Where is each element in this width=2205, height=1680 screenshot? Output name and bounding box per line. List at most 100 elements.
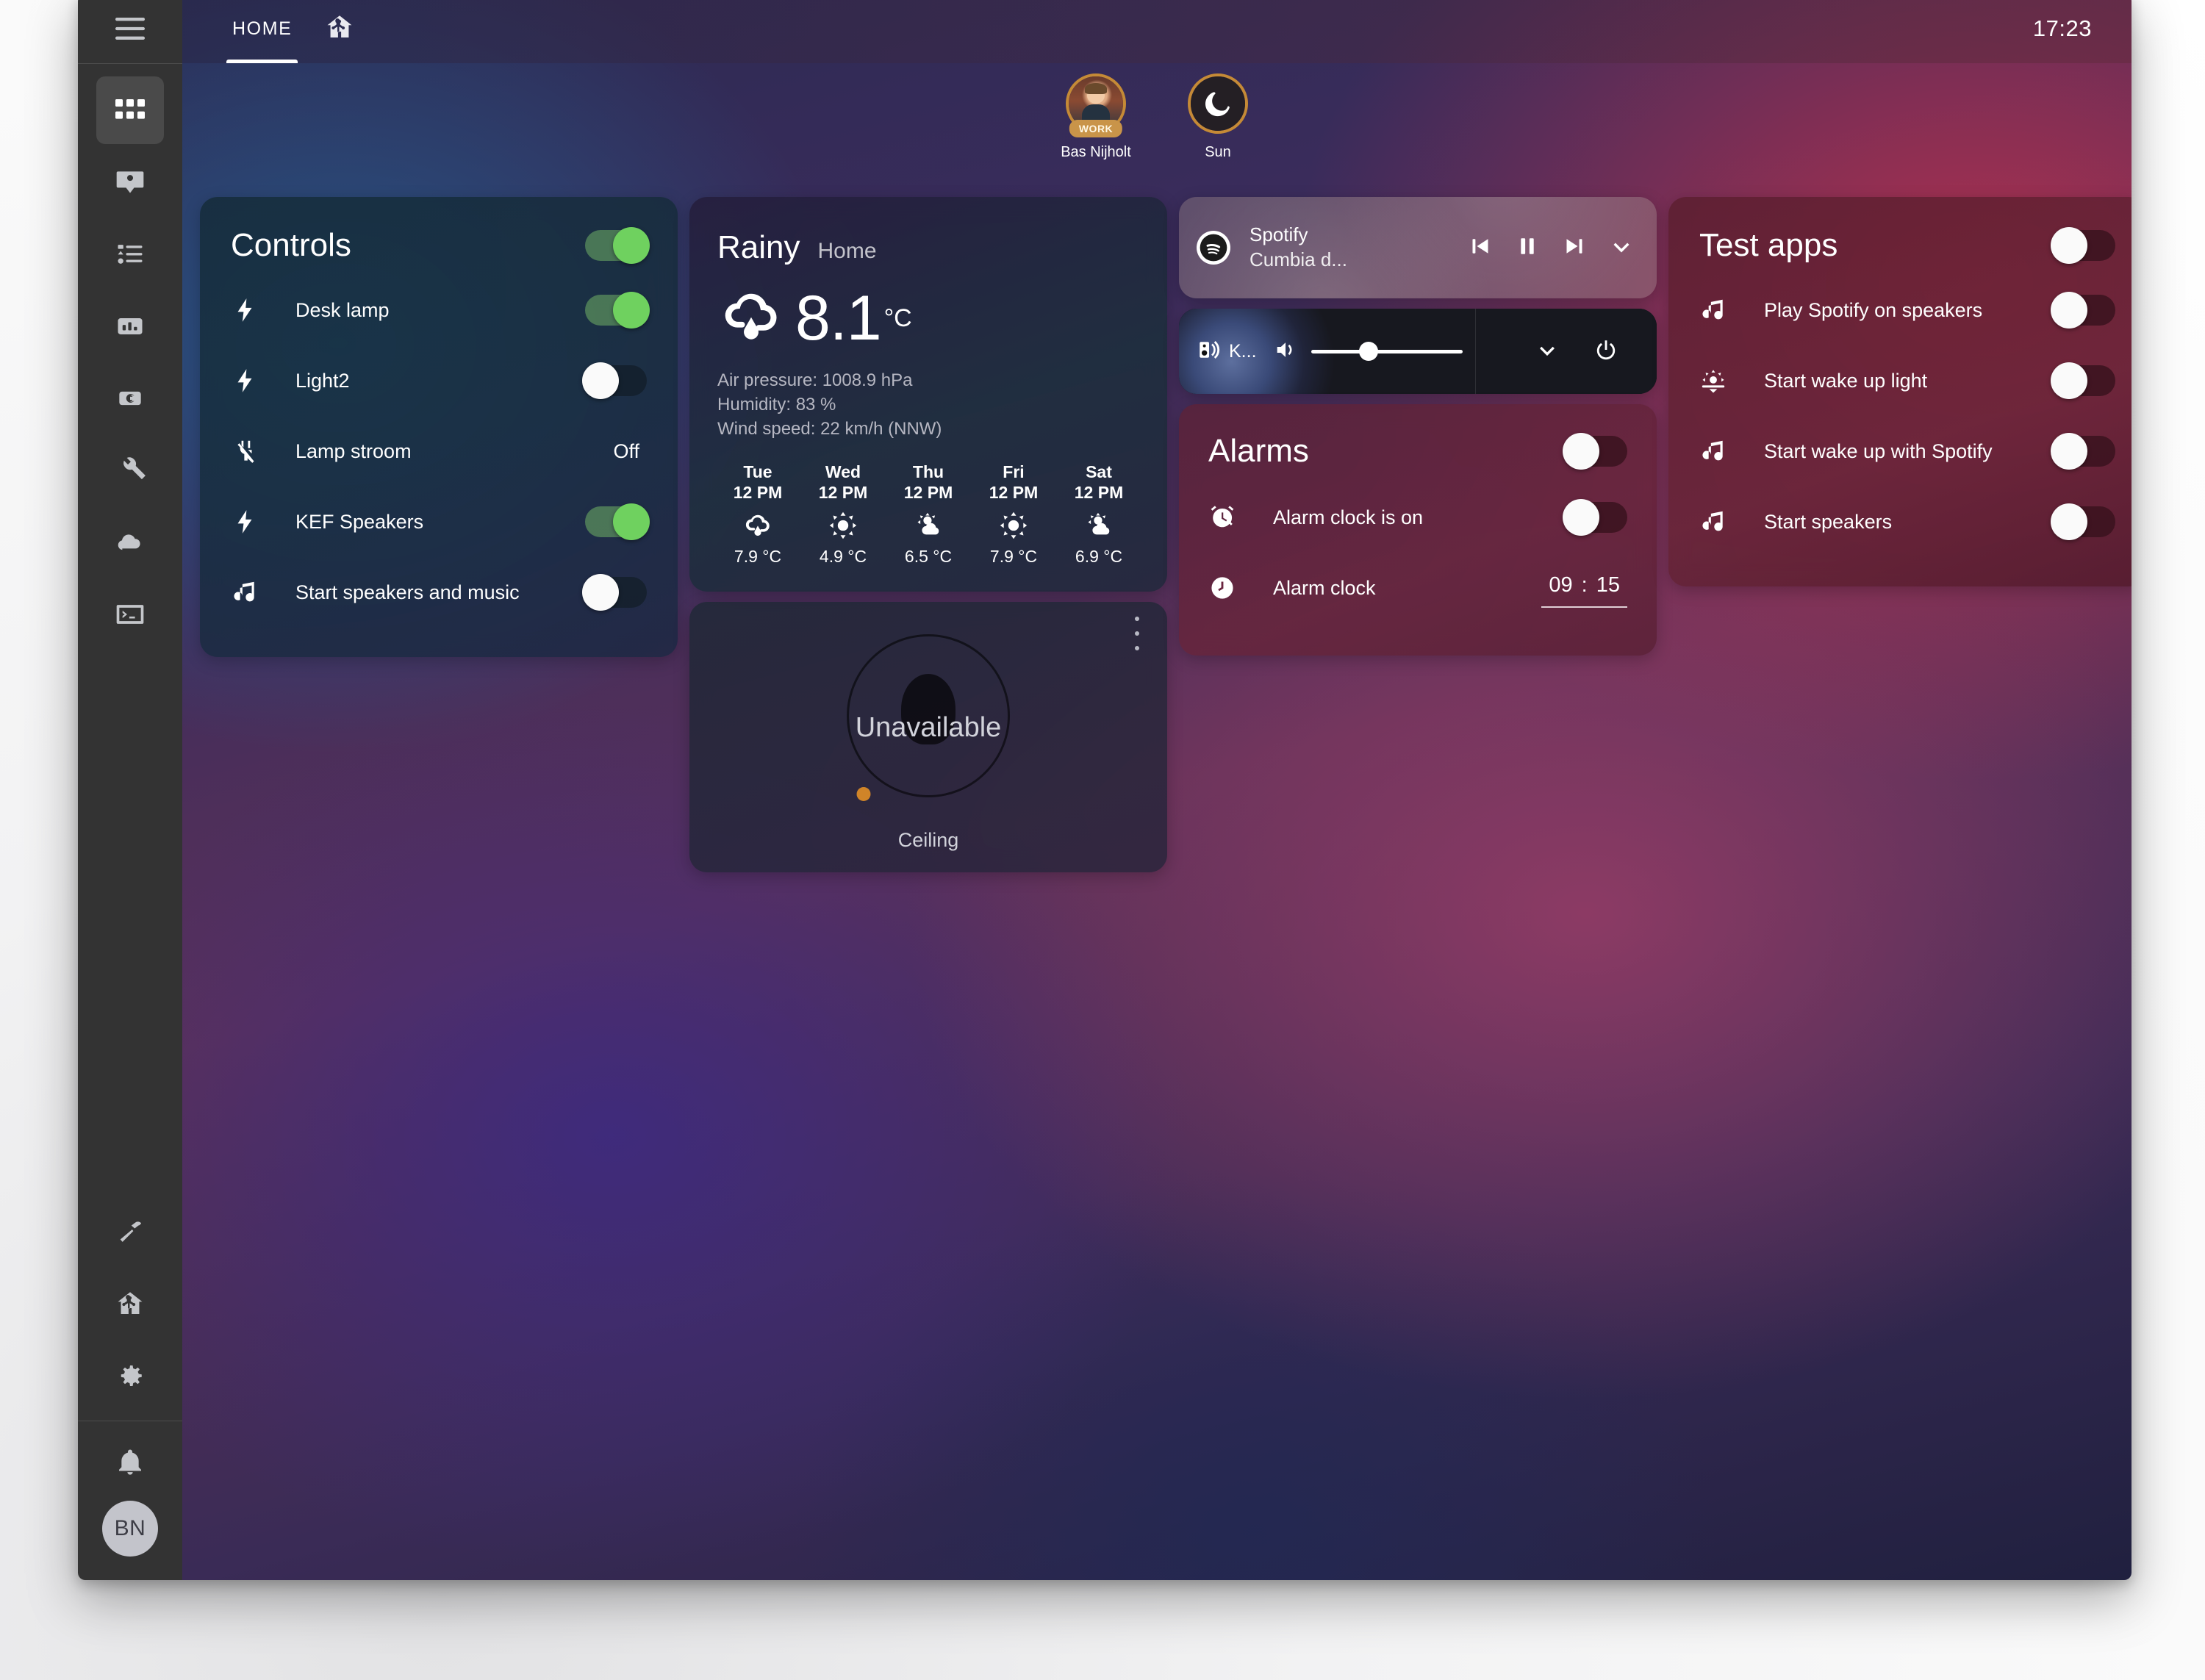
control-row-toggle[interactable] [585,295,647,326]
grid-column-1: Controls Desk lamp [200,197,678,657]
forecast-day-temp: 7.9 °C [973,547,1054,567]
sidebar-item-weather[interactable] [96,509,164,576]
weather-condition: Rainy [717,229,800,266]
forecast-day-time: 12 PM [904,483,953,502]
forecast-day-temp: 6.5 °C [888,547,969,567]
bell-icon[interactable] [104,1437,156,1488]
testapp-row-label: Start wake up with Spotify [1764,440,2054,463]
kef-volume-slider[interactable] [1311,350,1463,353]
alarms-master-toggle[interactable] [1566,436,1627,467]
speaker-wireless-icon[interactable] [1197,337,1222,366]
forecast-day-temp: 6.9 °C [1058,547,1139,567]
badge-sun-ring [1188,73,1248,134]
next-track-icon[interactable] [1561,233,1588,263]
pause-icon[interactable] [1514,233,1541,263]
light-name: Ceiling [689,829,1167,852]
testapp-row-toggle[interactable] [2054,365,2115,396]
control-row-desk-lamp[interactable]: Desk lamp [231,275,647,345]
main-view: HOME 17:23 WORK Bas Nijholt [182,0,2132,1580]
weather-attributes: Air pressure: 1008.9 hPa Humidity: 83 % … [717,368,1139,441]
media-player-spotify[interactable]: Spotify Cumbia d... [1179,197,1657,298]
sidebar-menu-button[interactable] [78,0,182,63]
weather-card[interactable]: Rainy Home 8.1 °C Air pressure: 1008.9 h… [689,197,1167,592]
alarms-card-header: Alarms [1208,435,1627,467]
rainy-icon [717,510,798,541]
volume-high-icon[interactable] [1273,337,1298,366]
forecast-day-time: 12 PM [819,483,867,502]
testapps-master-toggle[interactable] [2054,230,2115,261]
sidebar-item-developer-tools[interactable] [96,1198,164,1266]
chevron-down-icon[interactable] [1608,233,1635,263]
testapp-row-start-wake-up-light[interactable]: Start wake up light [1699,345,2115,416]
tab-home[interactable]: HOME [216,0,308,63]
hamburger-menu-icon[interactable] [115,18,145,40]
alarm-row-alarm-clock-time[interactable]: Alarm clock 09 : 15 [1208,553,1627,623]
testapp-row-toggle[interactable] [2054,295,2115,326]
kef-volume-handle[interactable] [1359,342,1378,361]
weather-unit: °C [884,304,912,333]
testapp-row-label: Start wake up light [1764,370,2054,392]
testapps-card: Test apps Play Spotify on speakers [1668,197,2132,586]
control-row-state: Off [613,440,647,463]
light-dial-handle[interactable] [857,787,871,801]
sidebar: BN [78,0,182,1580]
controls-master-toggle[interactable] [585,230,647,261]
sunny-icon [973,510,1054,541]
control-row-start-speakers-music[interactable]: Start speakers and music [231,557,647,628]
sidebar-item-history[interactable] [96,292,164,360]
forecast-day-name: Fri [1003,462,1024,481]
control-row-toggle[interactable] [585,365,647,396]
sidebar-item-c-dashboard[interactable] [96,365,164,432]
avatar[interactable]: BN [102,1501,158,1557]
badge-person[interactable]: WORK Bas Nijholt [1049,73,1143,161]
header-clock: 17:23 [2033,15,2092,42]
alarms-card: Alarms Alarm clock is on [1179,404,1657,656]
testapp-row-toggle[interactable] [2054,436,2115,467]
forecast-day-name: Sat [1086,462,1112,481]
sidebar-item-presence[interactable] [96,148,164,216]
testapp-row-label: Play Spotify on speakers [1764,299,2054,322]
forecast-day: Thu12 PM 6.5 °C [888,462,969,567]
light-status: Unavailable [689,712,1167,744]
weather-sunset-icon [1699,367,1764,395]
power-icon[interactable] [1593,337,1618,366]
card-grid: Controls Desk lamp [200,197,2132,872]
testapp-row-toggle[interactable] [2054,506,2115,537]
testapp-row-play-spotify-on-speakers[interactable]: Play Spotify on speakers [1699,275,2115,345]
alarm-row-toggle[interactable] [1566,502,1627,533]
alarm-time-hours[interactable]: 09 [1549,573,1572,597]
sidebar-item-settings[interactable] [96,1342,164,1410]
more-vertical-icon[interactable] [1126,617,1148,650]
badge-sun[interactable]: Sun [1171,73,1265,161]
controls-rows: Desk lamp Light2 [231,275,647,628]
control-row-toggle[interactable] [585,506,647,537]
media-spotify-controls [1467,233,1638,263]
control-row-lamp-stroom[interactable]: Lamp stroom Off [231,416,647,487]
control-row-kef-speakers[interactable]: KEF Speakers [231,487,647,557]
view-tabs: HOME [182,0,371,63]
tab-home-assistant[interactable] [308,0,371,63]
media-player-kef[interactable]: K... [1179,309,1657,394]
sidebar-item-terminal[interactable] [96,581,164,648]
previous-track-icon[interactable] [1467,233,1494,263]
app-window: BN HOME 17:23 [78,0,2132,1580]
testapp-row-start-wake-up-with-spotify[interactable]: Start wake up with Spotify [1699,416,2115,487]
sidebar-item-home[interactable] [96,1270,164,1338]
alarm-time-minutes[interactable]: 15 [1596,573,1620,597]
badge-person-label: Bas Nijholt [1061,144,1131,161]
weather-current: 8.1 °C [717,282,1139,355]
control-row-light2[interactable]: Light2 [231,345,647,416]
forecast-day-time: 12 PM [989,483,1038,502]
alarm-time-input[interactable]: 09 : 15 [1541,569,1627,608]
sidebar-item-overview[interactable] [96,76,164,144]
alarm-row-alarm-clock-on[interactable]: Alarm clock is on [1208,482,1627,553]
testapp-row-start-speakers[interactable]: Start speakers [1699,487,2115,557]
testapps-card-title: Test apps [1699,229,1838,262]
chevron-down-icon[interactable] [1535,337,1560,366]
control-row-toggle[interactable] [585,577,647,608]
home-assistant-icon [324,12,355,46]
sidebar-item-todo[interactable] [96,220,164,288]
light-card[interactable]: Unavailable Ceiling [689,602,1167,872]
sidebar-item-tools[interactable] [96,437,164,504]
partly-cloudy-icon [888,510,969,541]
